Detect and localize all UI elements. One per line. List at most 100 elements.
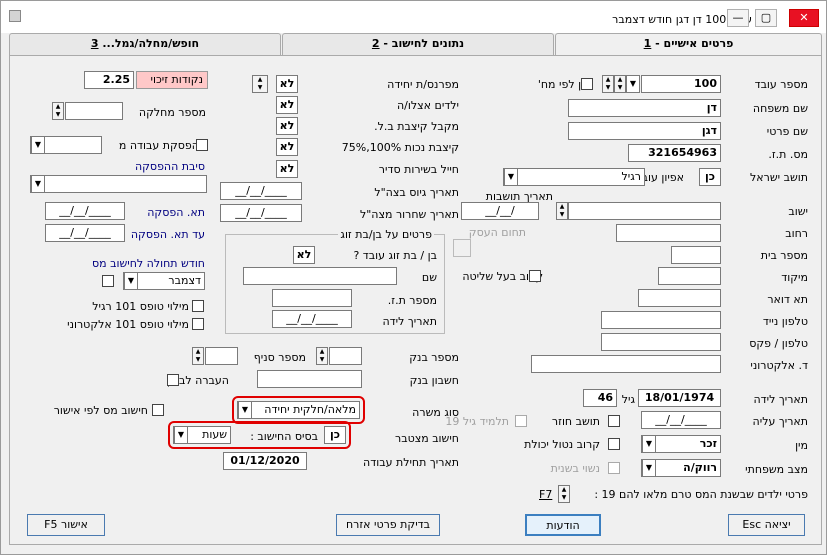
gender-label: מין [795, 439, 808, 452]
soldier-label: חייל בשירות סדיר [378, 163, 459, 176]
phone-field[interactable] [601, 333, 721, 351]
release-date-field[interactable]: __/__/____ [220, 204, 302, 222]
single-parent-label: מפרנס/ת יחידה [387, 78, 459, 91]
minimize-button[interactable]: — [727, 9, 749, 27]
stop-reason-dropdown[interactable]: ▼ [31, 175, 45, 193]
aliyah-label: תאריך עליה [752, 415, 808, 428]
department-spinner[interactable]: ▲ ▼ [52, 102, 64, 120]
resident-toggle[interactable]: כן [699, 168, 721, 186]
zip-field[interactable] [658, 267, 721, 285]
employee-spinner2[interactable]: ▲ ▼ [602, 75, 614, 93]
emp-char-field[interactable]: רגיל [503, 168, 645, 186]
last-name-field[interactable]: דן [568, 99, 721, 117]
disability-toggle[interactable]: לא [276, 138, 298, 156]
spouse-name-field[interactable] [243, 267, 397, 285]
points-label: נקודות זיכוי [136, 71, 208, 89]
close-button[interactable]: ✕ [789, 9, 819, 27]
pobox-field[interactable] [638, 289, 721, 307]
first-name-field[interactable]: דגן [568, 122, 721, 140]
children-with-toggle[interactable]: לא [276, 96, 298, 114]
branch-spinner[interactable]: ▲ ▼ [192, 347, 204, 365]
department-field[interactable] [65, 102, 123, 120]
birth-label: תאריך לידה [753, 393, 808, 406]
restore-button[interactable]: ▢ [755, 9, 777, 27]
children19-spinner[interactable]: ▲ ▼ [558, 485, 570, 503]
settlement-spinner[interactable]: ▲ ▼ [556, 202, 568, 220]
tax-start-checkbox[interactable] [102, 275, 114, 287]
tab-personal[interactable]: פרטים אישיים - 1 [555, 33, 822, 56]
tab-vacation[interactable]: חופש/מחלה/גמל... 3 [9, 33, 281, 55]
calc-basis-highlight [168, 421, 351, 449]
spouse-birth-label: תאריך לידה [382, 315, 437, 328]
department-label: מספר מחלקה [138, 106, 206, 119]
children19-label: פרטי ילדים שבשנת המס טרם מלאו להם 19 : [594, 488, 808, 501]
marital-dropdown[interactable]: ▼ [642, 459, 656, 477]
mobile-field[interactable] [601, 311, 721, 329]
draft-date-field[interactable]: __/__/____ [220, 182, 302, 200]
first-name-label: שם פרטי [766, 125, 808, 138]
bank-no-spinner[interactable]: ▲ ▼ [316, 347, 328, 365]
messages-button[interactable]: הודעות [525, 514, 601, 536]
zip-label: מיקוד [781, 271, 808, 284]
form101-electronic-checkbox[interactable] [192, 318, 204, 330]
stop-cell-field[interactable]: __/__/____ [45, 202, 125, 220]
settlement-field[interactable] [568, 202, 721, 220]
branch-label: מספר סניף [253, 351, 306, 364]
disabled-rel-checkbox[interactable] [608, 438, 620, 450]
single-parent-toggle[interactable]: לא [276, 75, 298, 93]
employee-dropdown[interactable]: ▼ [626, 75, 640, 93]
student19-checkbox [515, 415, 527, 427]
stop-work-dropdown[interactable]: ▼ [31, 136, 45, 154]
confirm-button[interactable]: אישור F5 [27, 514, 105, 536]
soldier-toggle[interactable]: לא [276, 160, 298, 178]
sort-by-dept-checkbox[interactable] [581, 78, 593, 90]
house-no-field[interactable] [671, 246, 721, 264]
form101-regular-checkbox[interactable] [192, 300, 204, 312]
returning-checkbox[interactable] [608, 415, 620, 427]
tab-label: חופש/מחלה/גמל... [98, 37, 200, 50]
pobox-label: תא דואר [767, 293, 808, 306]
spouse-id-field[interactable] [272, 289, 352, 307]
form101-electronic-label: מילוי טופס 101 אלקטרוני [67, 318, 189, 331]
residence-date-field[interactable]: __/__/ [461, 202, 539, 220]
exit-button[interactable]: יציאה Esc [728, 514, 805, 536]
start-date-field[interactable]: 01/12/2020 [223, 452, 307, 470]
gender-dropdown[interactable]: ▼ [642, 435, 656, 453]
children19-key[interactable]: F7 [539, 488, 552, 501]
second-marriage-checkbox [608, 462, 620, 474]
children-with-label: ילדים אצלו/ה [397, 99, 459, 112]
nii-allowance-label: מקבל קיצבת ב.ל. [374, 120, 459, 133]
emp-char-dropdown[interactable]: ▼ [504, 168, 518, 186]
street-field[interactable] [616, 224, 721, 242]
phone-label: טלפון / פקס [749, 337, 808, 350]
business-dropdown [453, 239, 471, 257]
disabled-rel-label: קרוב נטול יכולת [524, 438, 600, 451]
spouse-works-toggle[interactable]: לא [293, 246, 315, 264]
nii-allowance-toggle[interactable]: לא [276, 117, 298, 135]
cumulative-label: חישוב מצטבר [395, 432, 459, 445]
tab-calculation[interactable]: נתונים לחישוב - 2 [282, 33, 554, 55]
bank-no-label: מספר בנק [409, 351, 459, 364]
birth-field[interactable]: 18/01/1974 [638, 389, 721, 407]
owner-rel-checkbox[interactable] [529, 270, 541, 282]
account-field[interactable] [257, 370, 362, 388]
branch-field[interactable] [205, 347, 238, 365]
single-parent-spinner[interactable]: ▲ ▼ [252, 75, 268, 93]
stop-reason-field[interactable] [30, 175, 207, 193]
citizen-check-button[interactable]: בדיקת פרטי אזרח [336, 514, 440, 536]
aliyah-field[interactable]: __/__/____ [641, 411, 721, 429]
employee-no-field[interactable]: 100 [641, 75, 721, 93]
email-field[interactable] [531, 355, 721, 373]
spouse-birth-field[interactable]: __/__/____ [272, 310, 352, 328]
bank-no-field[interactable] [329, 347, 362, 365]
until-stop-label: עד תא. הפסקה [130, 228, 205, 241]
bank-transfer-checkbox[interactable] [167, 374, 179, 386]
draft-date-label: תאריך גיוס בצה"ל [374, 186, 459, 199]
stop-work-checkbox[interactable] [196, 139, 208, 151]
employee-spinner[interactable]: ▲ ▼ [614, 75, 626, 93]
disability-label: קיצבת נכות 100%,75% [341, 141, 459, 154]
tax-start-month-dropdown[interactable]: ▼ [124, 272, 138, 290]
id-field[interactable]: 321654963 [628, 144, 721, 162]
tax-by-approval-checkbox[interactable] [152, 404, 164, 416]
until-stop-field[interactable]: __/__/____ [45, 224, 125, 242]
